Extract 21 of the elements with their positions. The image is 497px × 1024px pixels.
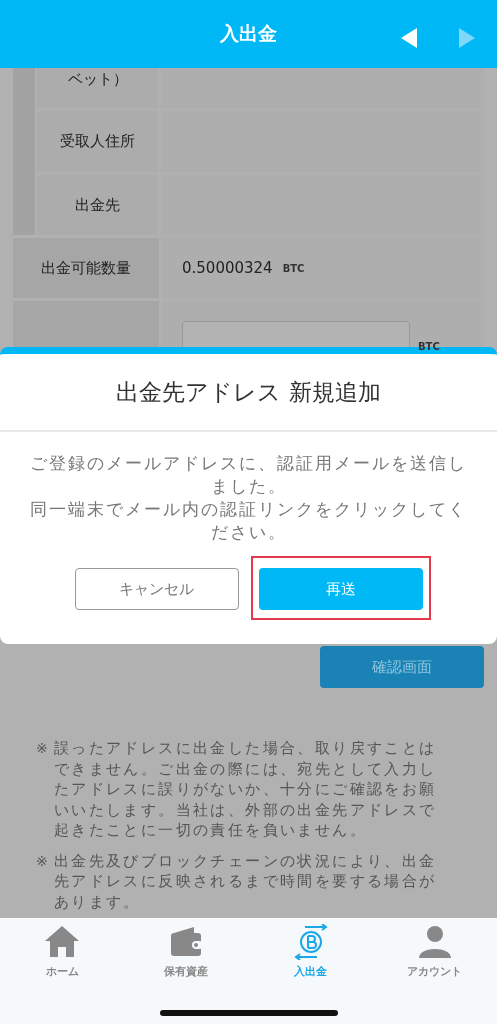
note-text: 出金先及びブロックチェーンの状況により、出金先アドレスに反映されるまで時間を要する場合があります。 <box>53 850 438 912</box>
header-title: 入出金 <box>220 21 277 46</box>
label-cell: 出金先 <box>37 175 158 235</box>
cancel-button[interactable]: キャンセル <box>74 568 239 610</box>
unit-label: BTC <box>282 262 305 274</box>
unit-label: BTC <box>418 341 440 352</box>
note-text: 誤ったアドレスに出金した場合、取り戻すことはできません。ご出金の際には、宛先として入力したアドレスに誤りがないか、十分にご確認をお願いいたします。当社は、外部の出金先アドレスで起きたことに一切の責任を負いません。 <box>53 738 438 841</box>
tab[interactable]: 保有資産 <box>124 924 249 979</box>
dialog-title: 出金先アドレス 新規追加 <box>0 354 497 432</box>
dialog-message: ご登録のメールアドレスに、認証用メールを送信しました。 同一端末でメール内の認証リンクをクリックしてください。 <box>29 452 468 544</box>
tab[interactable]: アカウント <box>372 924 497 979</box>
resend-button[interactable]: 再送 <box>258 568 423 610</box>
tab[interactable]: 入出金 <box>248 924 373 979</box>
label-cell: 受取人住所 <box>37 111 158 172</box>
note-mark: ※ <box>36 739 48 758</box>
available-amount: 0.50000324 <box>182 259 273 277</box>
note-mark: ※ <box>36 851 48 871</box>
label-cell: 出金可能数量 <box>13 238 159 298</box>
back-arrow-icon[interactable] <box>399 27 419 49</box>
confirm-button[interactable]: 確認画面 <box>320 646 484 688</box>
tab[interactable]: ホーム <box>0 924 125 979</box>
